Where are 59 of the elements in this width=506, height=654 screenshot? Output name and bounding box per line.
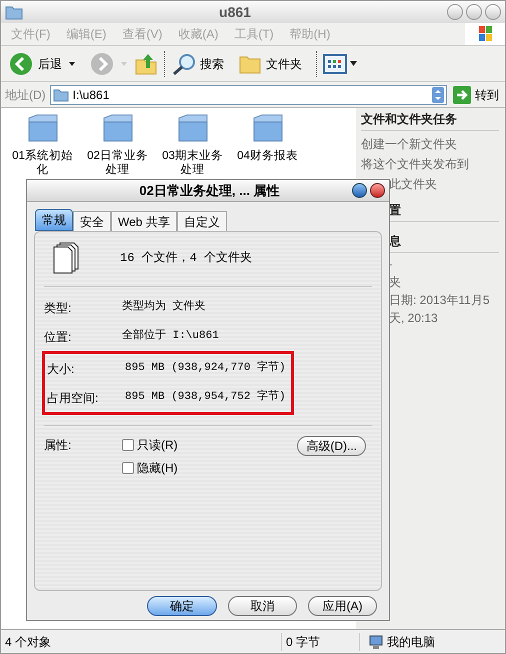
field-value: 类型均为 文件夹 [122, 299, 206, 316]
field-value: 全部位于 I:\u861 [122, 328, 219, 344]
pane-link[interactable]: 创建一个新文件夹 [361, 137, 505, 151]
close-button[interactable] [370, 183, 385, 198]
field-label: 占用空间: [47, 390, 100, 406]
address-field[interactable]: I:\u861 [50, 84, 447, 104]
help-button[interactable] [352, 183, 367, 198]
folder-label[interactable]: 02日常业务处理 [85, 149, 150, 177]
dropdown-icon[interactable] [432, 86, 444, 102]
field-label: 类型: [44, 300, 72, 316]
search-button[interactable]: 搜索 [171, 52, 224, 76]
search-icon[interactable] [171, 52, 197, 76]
field-label: 大小: [47, 360, 76, 378]
checkbox[interactable]: 隐藏(H) [122, 459, 292, 477]
dialog-button[interactable]: 确定 [147, 596, 217, 616]
back-button[interactable]: 后退 [9, 52, 62, 76]
tab[interactable]: 安全 [73, 211, 111, 231]
tab[interactable]: 常规 [35, 209, 73, 231]
pane-text: 日期: 2013年11月5 [389, 293, 490, 307]
up-folder-button[interactable] [134, 52, 158, 76]
field-value: 895 MB (938,954,752 字节) [125, 389, 286, 406]
folder-label[interactable]: 04财务报表 [237, 149, 298, 163]
pane-heading: 文件和文件夹任务 [361, 112, 499, 131]
pane-text: 天, 20:13 [389, 311, 439, 325]
field-label: 位置: [44, 328, 72, 346]
checkbox[interactable]: 只读(R) [122, 436, 292, 454]
field-value: 895 MB (938,924,770 字节) [125, 360, 286, 376]
window-title: u861 [218, 2, 252, 22]
computer-icon [368, 634, 384, 650]
status-text: 4 个对象 [4, 634, 52, 650]
views-button[interactable] [323, 54, 357, 74]
folder-icon [52, 88, 69, 102]
folder-label[interactable]: 01系统初始化 [10, 149, 75, 177]
caret-icon[interactable] [350, 61, 357, 66]
status-text: 0 字节 [281, 632, 359, 650]
pane-text: · [389, 257, 394, 271]
tab[interactable]: Web 共享 [111, 211, 177, 231]
advanced-button[interactable]: 高级(D)... [297, 436, 366, 456]
pane-link[interactable]: 将这个文件夹发布到 [361, 157, 505, 171]
address-label: 地址(D) [5, 86, 46, 104]
maximize-button[interactable] [466, 4, 482, 20]
summary-text: 16 个文件，4 个文件夹 [120, 250, 252, 267]
field-label: 属性: [44, 437, 72, 454]
go-button[interactable]: 转到 [451, 86, 501, 104]
folder-icon [5, 4, 23, 20]
dialog-button[interactable]: 取消 [228, 596, 297, 616]
folder-label[interactable]: 03期末业务处理 [160, 149, 225, 177]
dialog-button[interactable]: 应用(A) [308, 596, 377, 616]
status-text: 我的电脑 [387, 634, 435, 650]
minimize-button[interactable] [447, 4, 463, 20]
address-text: I:\u861 [72, 86, 110, 104]
pane-text: 夹 [389, 275, 402, 289]
pane-link[interactable]: 此文件夹 [389, 177, 505, 191]
tab[interactable]: 自定义 [176, 211, 227, 231]
folders-button[interactable]: 文件夹 [238, 52, 302, 74]
caret-icon[interactable] [68, 60, 76, 66]
dialog-title: 02日常业务处理, ... 属性 [138, 182, 281, 200]
forward-button[interactable] [90, 52, 114, 76]
windows-logo-icon [465, 23, 505, 45]
